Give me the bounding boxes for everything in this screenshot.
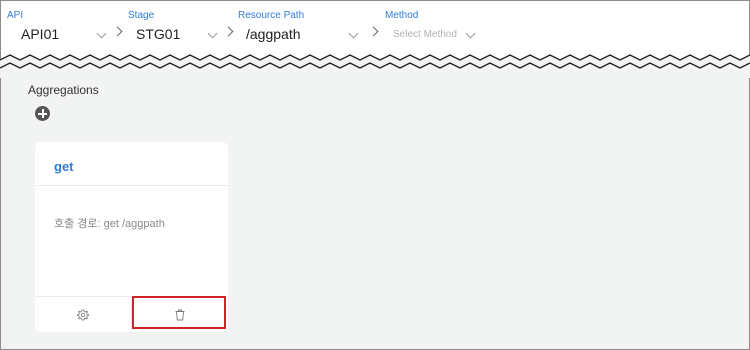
section-title: Aggregations xyxy=(28,83,99,97)
trash-icon xyxy=(175,309,185,321)
aggregation-card: get 호출 경로: get /aggpath xyxy=(35,142,228,333)
method-label: Method xyxy=(385,10,419,21)
card-divider xyxy=(35,185,228,186)
card-footer xyxy=(35,296,228,333)
card-title[interactable]: get xyxy=(54,159,74,174)
chevron-down-icon[interactable] xyxy=(207,28,218,39)
stage-label: Stage xyxy=(128,10,155,21)
method-select[interactable]: Select Method xyxy=(393,29,457,40)
chevron-right-icon xyxy=(368,26,379,37)
gear-icon xyxy=(77,309,89,321)
chevron-right-icon xyxy=(223,26,234,37)
resource-path-select[interactable]: /aggpath xyxy=(246,26,301,42)
settings-button[interactable] xyxy=(35,297,131,333)
card-path-text: 호출 경로: get /aggpath xyxy=(54,218,165,230)
torn-edge-divider xyxy=(0,54,750,78)
chevron-down-icon[interactable] xyxy=(96,28,107,39)
add-aggregation-button[interactable] xyxy=(35,106,50,121)
api-label: API xyxy=(7,10,24,21)
api-select[interactable]: API01 xyxy=(21,26,59,42)
stage-select[interactable]: STG01 xyxy=(136,26,180,42)
chevron-right-icon xyxy=(112,26,123,37)
resource-path-label: Resource Path xyxy=(238,10,305,21)
chevron-down-icon[interactable] xyxy=(348,28,359,39)
delete-button[interactable] xyxy=(132,297,228,333)
chevron-down-icon[interactable] xyxy=(465,28,476,39)
